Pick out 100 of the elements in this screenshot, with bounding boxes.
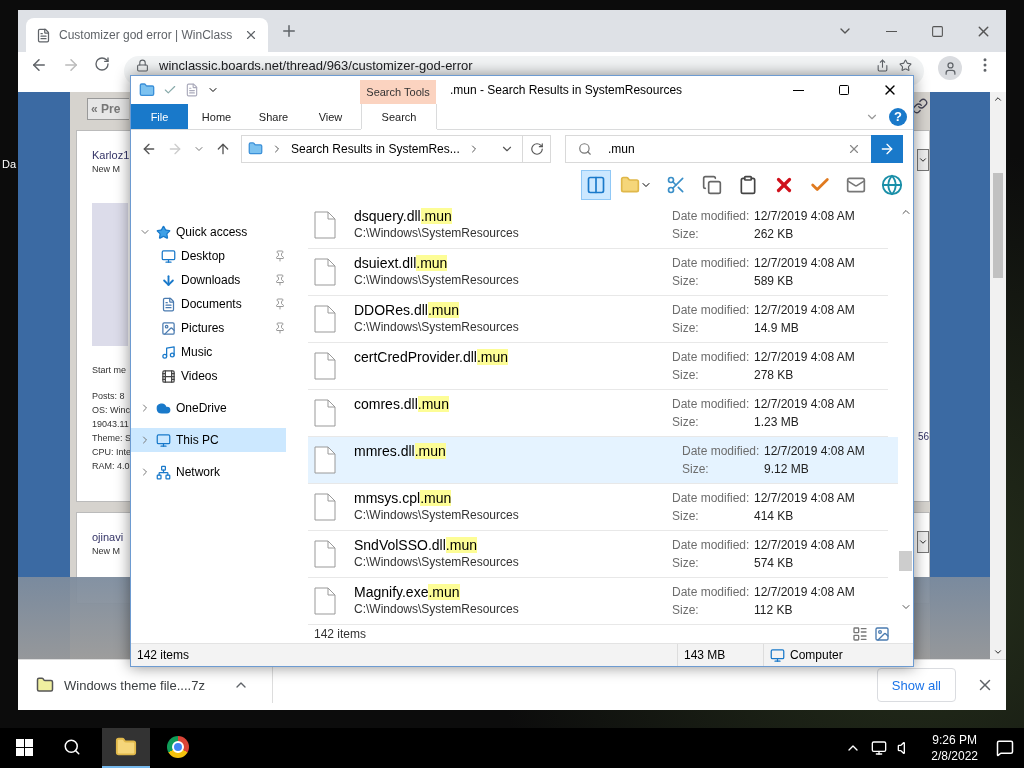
nav-item[interactable]: Pictures <box>131 316 286 340</box>
globe-icon <box>881 173 903 196</box>
address-box[interactable]: Search Results in SystemRes... <box>241 134 551 163</box>
reload-icon[interactable] <box>94 56 110 72</box>
author-link[interactable]: Karloz1 <box>92 149 132 161</box>
person-icon <box>942 60 958 76</box>
status-count: 142 items <box>136 647 191 664</box>
monitor-icon <box>770 647 785 663</box>
nav-item[interactable]: Documents <box>131 292 286 316</box>
scrollbar-thumb[interactable] <box>993 173 1003 278</box>
nav-item[interactable]: OneDrive <box>131 396 286 420</box>
search-box[interactable]: .mun <box>565 134 903 163</box>
file-icon <box>314 493 336 521</box>
refresh-icon <box>529 141 544 156</box>
member-rank: New M <box>92 545 121 557</box>
cloud-icon <box>156 400 171 416</box>
file-row[interactable]: dsuiext.dll.mun C:\Windows\SystemResources Date modified: 12/7/2019 4:08 AM Size: 589 KB <box>308 249 888 296</box>
large-icons-view-icon[interactable] <box>874 626 890 642</box>
size-label: Size: <box>672 368 700 382</box>
help-button[interactable]: ? <box>889 107 907 126</box>
clock[interactable]: 9:26 PM 2/8/2022 <box>923 732 986 764</box>
preview-pane-button[interactable] <box>581 169 611 200</box>
clipboard-icon <box>738 174 758 195</box>
nav-item[interactable]: Network <box>131 460 286 484</box>
file-name: comres.dll.mun <box>354 396 450 412</box>
close-icon[interactable] <box>244 28 258 42</box>
nav-label: Quick access <box>176 225 249 239</box>
file-path: C:\Windows\SystemResources <box>354 602 520 616</box>
file-row[interactable]: SndVolSSO.dll.mun C:\Windows\SystemResources Date modified: 12/7/2019 4:08 AM Size: 574 KB <box>308 531 888 578</box>
nav-item[interactable]: Music <box>131 340 286 364</box>
size-value: 589 KB <box>754 274 795 288</box>
file-name: DDORes.dll.mun <box>354 302 461 318</box>
page-icon <box>36 27 51 43</box>
file-path: C:\Windows\SystemResources <box>354 273 520 287</box>
author-link[interactable]: ojinavi <box>92 531 132 543</box>
size-value: 278 KB <box>754 368 795 382</box>
profile-avatar[interactable] <box>938 56 962 80</box>
nav-label: Desktop <box>181 249 227 263</box>
windows-logo-icon[interactable] <box>15 738 33 756</box>
size-label: Size: <box>672 556 700 570</box>
date-label: Date modified: <box>672 491 751 505</box>
document-icon <box>161 296 176 312</box>
nav-item[interactable]: Quick access <box>131 220 286 244</box>
scrollbar-thumb[interactable] <box>899 551 912 571</box>
date-value: 12/7/2019 4:08 AM <box>754 585 856 599</box>
file-icon <box>314 352 336 380</box>
details-view-icon[interactable] <box>852 626 868 642</box>
stat-text: Posts: 8 <box>92 390 126 402</box>
file-name: dsquery.dll.mun <box>354 208 453 224</box>
size-label: Size: <box>682 462 710 476</box>
page-scrollbar[interactable] <box>990 92 1006 659</box>
context-tab-header: Search Tools <box>360 80 436 104</box>
item-count: 142 items <box>314 627 368 641</box>
preview-pane-icon <box>586 174 606 195</box>
share-icon[interactable] <box>876 59 889 72</box>
ribbon-tab[interactable]: Search <box>361 104 437 129</box>
show-all-button[interactable]: Show all <box>876 668 956 702</box>
file-path: C:\Windows\SystemResources <box>354 226 520 240</box>
down-arrow-icon <box>161 272 176 288</box>
breadcrumb-text[interactable]: Search Results in SystemRes... <box>291 141 460 156</box>
monitor-icon <box>161 248 176 264</box>
file-row[interactable]: dsquery.dll.mun C:\Windows\SystemResources Date modified: 12/7/2019 4:08 AM Size: 262 KB <box>308 202 888 249</box>
file-path: C:\Windows\SystemResources <box>354 320 520 334</box>
previous-button[interactable]: « Pre <box>87 98 129 120</box>
browser-tab[interactable]: Customizer god error | WinClass <box>26 18 268 52</box>
taskbar-app[interactable] <box>102 728 150 768</box>
file-row[interactable]: Magnify.exe.mun C:\Windows\SystemResources Date modified: 12/7/2019 4:08 AM Size: 112 KB <box>308 578 888 625</box>
ribbon-tab[interactable]: File <box>131 104 188 129</box>
network-icon[interactable] <box>871 740 888 756</box>
back-icon[interactable] <box>30 56 48 74</box>
size-label: Size: <box>672 603 700 617</box>
date-label: Date modified: <box>672 538 751 552</box>
file-name: certCredProvider.dll.mun <box>354 349 510 365</box>
download-filename: Windows theme file....7z <box>64 677 205 693</box>
file-name: dsuiext.dll.mun <box>354 255 449 271</box>
file-row[interactable]: mmres.dll.mun Date modified: 12/7/2019 4:08 AM Size: 9.12 MB <box>308 437 898 484</box>
file-row[interactable]: DDORes.dll.mun C:\Windows\SystemResources Date modified: 12/7/2019 4:08 AM Size: 14.9 MB <box>308 296 888 343</box>
file-row[interactable]: certCredProvider.dll.mun Date modified: 12/7/2019 4:08 AM Size: 278 KB <box>308 343 888 390</box>
minimize-icon <box>885 30 897 32</box>
stat-text: RAM: 4.0 <box>92 460 131 472</box>
folder-icon <box>620 174 640 195</box>
nav-item[interactable]: Desktop <box>131 244 286 268</box>
file-row[interactable]: mmsys.cpl.mun C:\Windows\SystemResources Date modified: 12/7/2019 4:08 AM Size: 414 KB <box>308 484 888 531</box>
notifications-icon[interactable] <box>996 739 1014 757</box>
new-tab-button[interactable] <box>280 22 298 40</box>
size-value: 14.9 MB <box>754 321 800 335</box>
date-label: Date modified: <box>672 209 751 223</box>
nav-item[interactable]: Downloads <box>131 268 286 292</box>
nav-item[interactable]: Videos <box>131 364 286 388</box>
nav-item[interactable]: This PC <box>131 428 286 452</box>
folder-icon <box>115 736 137 758</box>
signature-text: Start me <box>92 364 127 376</box>
star-icon[interactable] <box>899 59 912 72</box>
size-label: Size: <box>672 509 700 523</box>
chevron-down-icon <box>918 155 928 165</box>
window-title: .mun - Search Results in SystemResources <box>450 83 683 97</box>
date-value: 12/7/2019 4:08 AM <box>754 397 856 411</box>
music-note-icon <box>161 344 176 360</box>
minimize-icon <box>792 89 804 91</box>
search-go-button[interactable] <box>871 134 903 163</box>
